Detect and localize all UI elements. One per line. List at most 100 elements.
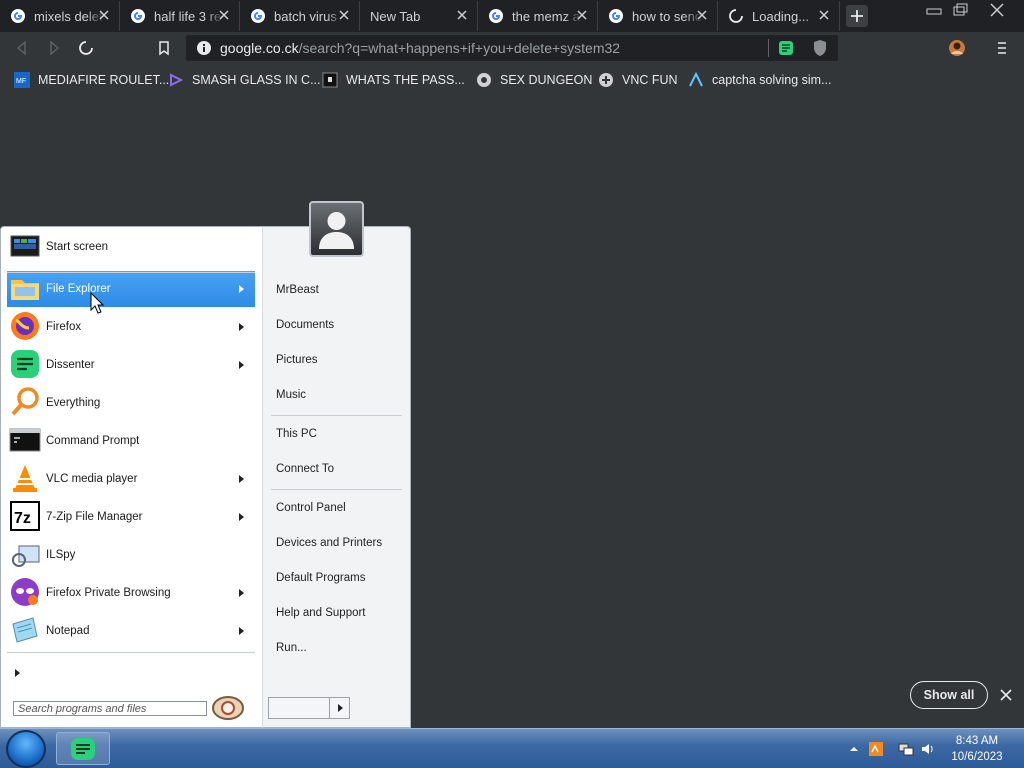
- separator: [7, 272, 255, 273]
- tab[interactable]: mixels delete: [0, 1, 120, 31]
- tab[interactable]: half life 3 re: [120, 1, 240, 31]
- shutdown-options-button[interactable]: [329, 698, 349, 718]
- start-menu-link-devices-and-printers[interactable]: Devices and Printers: [276, 537, 382, 549]
- start-menu-item-label: VLC media player: [46, 473, 138, 485]
- show-all-downloads-button[interactable]: Show all: [910, 681, 988, 709]
- user-silhouette-icon: [319, 212, 354, 249]
- dissenter-extension-icon[interactable]: [778, 40, 794, 56]
- menu-icon[interactable]: [994, 40, 1010, 56]
- start-menu-item-ilspy[interactable]: ILSpy: [7, 537, 255, 573]
- search-magnifier-icon[interactable]: [211, 694, 245, 722]
- separator: [271, 489, 402, 490]
- taskbar-dissenter-button[interactable]: [56, 732, 110, 765]
- start-menu-item-start-screen[interactable]: Start screen: [7, 229, 255, 265]
- google-icon: [489, 9, 503, 23]
- start-menu-link-run[interactable]: Run...: [276, 642, 307, 654]
- show-hidden-icons-icon[interactable]: [846, 741, 862, 757]
- start-menu-item-vlc-media-player[interactable]: VLC media player: [7, 461, 255, 497]
- close-tab-icon[interactable]: [217, 8, 231, 22]
- minimize-button[interactable]: [920, 2, 948, 18]
- taskbar-clock[interactable]: 8:43 AM 10/6/2023: [945, 733, 1009, 765]
- volume-icon[interactable]: [920, 741, 936, 757]
- start-menu-link-control-panel[interactable]: Control Panel: [276, 502, 346, 514]
- tab[interactable]: how to send: [598, 1, 718, 31]
- back-icon[interactable]: [14, 40, 30, 56]
- bookmark-item[interactable]: MF MEDIAFIRE ROULET...: [14, 71, 169, 89]
- start-menu-link-music[interactable]: Music: [276, 389, 306, 401]
- bookmark-item[interactable]: captcha solving sim...: [688, 71, 832, 89]
- start-menu-item-firefox[interactable]: Firefox: [7, 309, 255, 345]
- bookmark-item[interactable]: WHATS THE PASS...: [322, 71, 465, 89]
- close-tab-icon[interactable]: [817, 8, 831, 22]
- browser-tab-strip: mixels delete half life 3 re batch virus Ne…: [0, 0, 1024, 32]
- start-menu-item-label: 7-Zip File Manager: [46, 511, 143, 523]
- restore-button[interactable]: [946, 2, 974, 18]
- start-menu-item-label: Dissenter: [46, 359, 95, 371]
- network-icon[interactable]: [898, 741, 914, 757]
- submenu-arrow-icon: [239, 513, 244, 521]
- bookmark-item[interactable]: SEX DUNGEON: [476, 71, 592, 89]
- submenu-arrow-icon: [239, 475, 244, 483]
- bookmark-item[interactable]: SMASH GLASS IN C...: [168, 71, 321, 89]
- start-menu-item-label: Firefox Private Browsing: [46, 587, 171, 599]
- start-menu-link-default-programs[interactable]: Default Programs: [276, 572, 365, 584]
- loading-stop-icon[interactable]: [78, 40, 94, 56]
- tab[interactable]: the memz a: [478, 1, 598, 31]
- start-menu-link-connect-to[interactable]: Connect To: [276, 463, 334, 475]
- address-url[interactable]: google.co.ck/search?q=what+happens+if+yo…: [220, 40, 620, 56]
- private-browsing-icon: [11, 578, 39, 606]
- submenu-arrow-icon: [239, 589, 244, 597]
- submenu-arrow-icon: [239, 361, 244, 369]
- start-menu-link-documents[interactable]: Documents: [276, 319, 334, 331]
- all-programs-arrow-icon: [15, 669, 20, 677]
- start-menu-link-pictures[interactable]: Pictures: [276, 354, 318, 366]
- close-window-button[interactable]: [982, 2, 1012, 18]
- bookmark-label: WHATS THE PASS...: [346, 73, 465, 87]
- bookmark-icon[interactable]: [156, 40, 172, 56]
- start-menu-item-7-zip-file-manager[interactable]: 7z 7-Zip File Manager: [7, 499, 255, 535]
- start-menu-item-label: Everything: [46, 397, 101, 409]
- close-tab-icon[interactable]: [575, 8, 589, 22]
- separator: [271, 415, 402, 416]
- tab[interactable]: Loading...: [718, 1, 840, 31]
- shield-icon[interactable]: [812, 39, 828, 57]
- start-menu-item-notepad[interactable]: Notepad: [7, 613, 255, 649]
- start-menu-item-file-explorer[interactable]: File Explorer: [7, 271, 255, 307]
- start-menu-link-mrbeast[interactable]: MrBeast: [276, 284, 319, 296]
- forward-icon[interactable]: [46, 40, 62, 56]
- profile-avatar-icon[interactable]: [948, 39, 966, 57]
- user-account-picture[interactable]: [309, 201, 364, 257]
- dungeon-icon: [477, 73, 491, 87]
- close-tab-icon[interactable]: [337, 8, 351, 22]
- all-programs-button[interactable]: [7, 663, 255, 683]
- start-menu-item-label: ILSpy: [46, 549, 76, 561]
- start-button[interactable]: [6, 730, 46, 768]
- close-tab-icon[interactable]: [455, 8, 469, 22]
- start-menu: Start screen File Explorer Firefox Dissente…: [0, 226, 411, 728]
- close-tab-icon[interactable]: [97, 8, 111, 22]
- bookmark-item[interactable]: VNC FUN: [598, 71, 678, 89]
- start-menu-link-help-and-support[interactable]: Help and Support: [276, 607, 366, 619]
- start-menu-link-this-pc[interactable]: This PC: [276, 428, 317, 440]
- address-bar[interactable]: google.co.ck/search?q=what+happens+if+yo…: [186, 35, 838, 61]
- start-menu-item-firefox-private-browsing[interactable]: Firefox Private Browsing: [7, 575, 255, 611]
- start-menu-item-dissenter[interactable]: Dissenter: [7, 347, 255, 383]
- tab[interactable]: batch virus: [240, 1, 360, 31]
- tab[interactable]: New Tab: [360, 1, 478, 31]
- start-menu-item-everything[interactable]: Everything: [7, 385, 255, 421]
- close-download-bar-icon[interactable]: [998, 687, 1014, 703]
- bookmark-label: SEX DUNGEON: [500, 73, 593, 87]
- new-tab-button[interactable]: [846, 5, 868, 27]
- google-icon: [131, 9, 145, 23]
- mouse-cursor-icon: [90, 292, 104, 314]
- dissenter-icon: [71, 738, 95, 760]
- start-search-input[interactable]: Search programs and files: [13, 701, 207, 716]
- magnifier-icon: [11, 387, 39, 416]
- info-icon[interactable]: [196, 40, 212, 56]
- start-menu-item-label: Notepad: [46, 625, 90, 637]
- submenu-arrow-icon: [239, 627, 244, 635]
- tray-app-icon[interactable]: [868, 741, 884, 757]
- close-tab-icon[interactable]: [695, 8, 709, 22]
- start-menu-item-command-prompt[interactable]: Command Prompt: [7, 423, 255, 459]
- shutdown-button[interactable]: [268, 697, 350, 719]
